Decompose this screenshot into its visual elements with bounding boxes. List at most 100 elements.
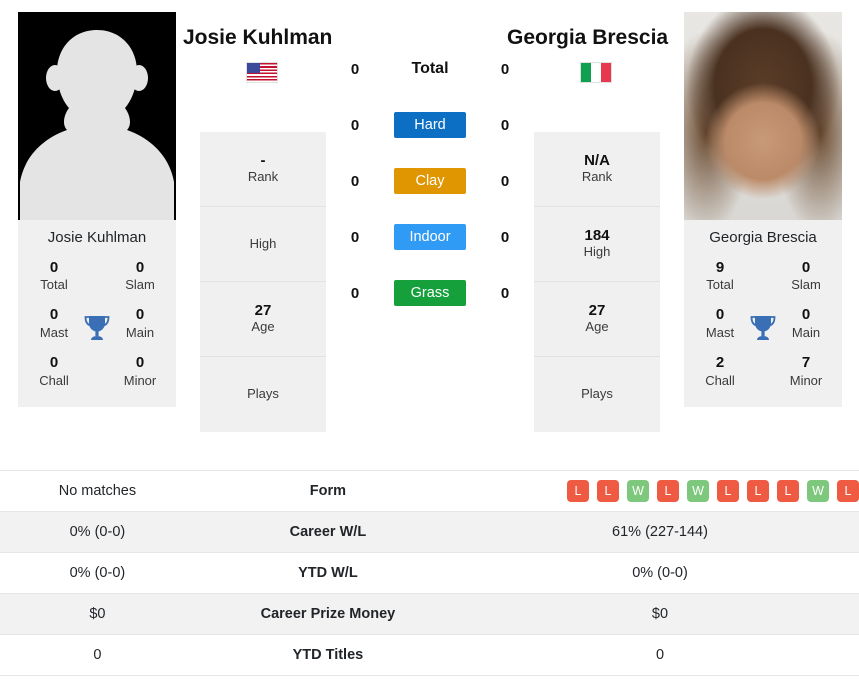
us-flag-icon [246,62,278,83]
right-mast-titles-value: 0 [715,306,725,324]
left-rank-cell: - Rank [200,132,326,207]
right-chall-titles-label: Chall [705,372,735,388]
right-plays-label: Plays [581,386,613,402]
left-mast-titles-label: Mast [39,324,69,340]
right-high-value: 184 [584,226,610,244]
player-portrait-image [684,12,842,220]
left-total-titles-label: Total [40,277,68,293]
right-main-titles-value: 0 [801,306,811,324]
form-badge-loss[interactable]: L [566,480,589,502]
left-value-cell: 0% (0-0) [69,524,126,540]
surface-stat-row-hard: 0 Hard 0 [340,112,520,138]
left-player-card-name: Josie Kuhlman [47,229,147,246]
form-badge-loss[interactable]: L [836,480,859,502]
right-player-name[interactable]: Georgia Brescia [507,26,668,50]
right-player-photo[interactable] [684,12,842,220]
right-slam-titles-value: 0 [801,258,811,276]
right-player-card: Georgia Brescia 9 Total 0 Slam 0 Mast 0 … [684,220,842,408]
right-info-card: N/A Rank 184 High 27 Age Plays [534,132,660,432]
table-row: 0 YTD Titles 0 [0,634,859,676]
left-high-cell: High [200,207,326,282]
right-mast-titles-label: Mast [705,324,735,340]
comparison-table: No matches Form L L W L W L L L W L 0% (0-0) Career W… [0,470,859,676]
trophy-icon [84,315,110,340]
left-chall-titles-value: 0 [49,353,59,371]
left-player-photo[interactable] [18,12,176,220]
surface-stat-row-indoor: 0 Indoor 0 [340,224,520,250]
right-total-titles-value: 9 [715,258,725,276]
comparison-header: Josie Kuhlman 0 Total 0 Slam 0 Mast 0 Ma… [0,0,859,466]
right-plays-cell: Plays [534,357,660,432]
right-age-cell: 27 Age [534,282,660,357]
form-badge-loss[interactable]: L [776,480,799,502]
left-minor-titles-label: Minor [123,372,157,388]
right-high-cell: 184 High [534,207,660,282]
left-clay-count: 0 [350,172,360,190]
form-badge-win[interactable]: W [686,480,709,502]
right-indoor-count: 0 [500,228,510,246]
left-grass-count: 0 [350,284,360,302]
left-titles-grid: 0 Total 0 Slam 0 Mast 0 Main 0 Chall 0 M… [18,259,176,390]
right-value-cell: 0% (0-0) [632,565,688,581]
surface-badge-clay[interactable]: Clay [394,168,466,194]
left-total-titles: 0 Total [26,259,82,295]
left-player-name[interactable]: Josie Kuhlman [183,26,332,50]
form-badge-loss[interactable]: L [596,480,619,502]
left-mast-titles: 0 Mast [26,306,82,342]
surface-label-total: Total [411,60,449,77]
left-hard-count: 0 [350,116,360,134]
surface-badge-grass[interactable]: Grass [394,280,466,306]
right-minor-titles-label: Minor [789,372,823,388]
left-age-label: Age [251,319,275,335]
left-total-titles-value: 0 [49,258,59,276]
right-minor-titles-value: 7 [801,353,811,371]
form-badge-loss[interactable]: L [716,480,739,502]
form-badges: LLWLWLLLWL [461,480,859,502]
surface-badge-hard[interactable]: Hard [394,112,466,138]
trophy-icon [750,315,776,340]
right-total-titles: 9 Total [692,259,748,295]
right-total-titles-label: Total [706,277,734,293]
right-slam-titles: 0 Slam [778,259,834,295]
left-player-card: Josie Kuhlman 0 Total 0 Slam 0 Mast 0 Ma… [18,220,176,408]
right-player-card-name: Georgia Brescia [709,229,817,246]
left-value-cell: 0% (0-0) [69,565,126,581]
default-avatar-silhouette-icon [18,12,176,220]
right-value-cell: 0 [655,647,665,663]
right-total-count: 0 [500,60,510,78]
left-rank-value: - [260,151,266,169]
row-label-cell: Form [309,483,347,499]
left-value-cell: $0 [89,606,106,622]
left-minor-titles: 0 Minor [112,354,168,390]
right-age-label: Age [585,319,609,335]
left-slam-titles-value: 0 [135,258,145,276]
right-rank-cell: N/A Rank [534,132,660,207]
form-badge-loss[interactable]: L [656,480,679,502]
right-rank-value: N/A [584,151,610,169]
right-minor-titles: 7 Minor [778,354,834,390]
row-label-cell: Career Prize Money [260,606,396,622]
left-chall-titles: 0 Chall [26,354,82,390]
form-badge-win[interactable]: W [626,480,649,502]
surface-badge-indoor[interactable]: Indoor [394,224,466,250]
left-total-count: 0 [350,60,360,78]
left-slam-titles: 0 Slam [112,259,168,295]
form-badge-loss[interactable]: L [746,480,769,502]
left-main-titles-label: Main [125,324,155,340]
player-comparison-page: Josie Kuhlman 0 Total 0 Slam 0 Mast 0 Ma… [0,0,859,681]
table-row: 0% (0-0) YTD W/L 0% (0-0) [0,552,859,594]
form-badge-win[interactable]: W [806,480,829,502]
left-value-cell: No matches [58,483,137,499]
right-grass-count: 0 [500,284,510,302]
left-minor-titles-value: 0 [135,353,145,371]
right-titles-row-1: 9 Total 0 Slam [692,259,834,295]
surface-stat-row-clay: 0 Clay 0 [340,168,520,194]
right-rank-label: Rank [581,169,613,185]
right-high-label: High [583,244,611,260]
right-chall-titles: 2 Chall [692,354,748,390]
left-titles-row-1: 0 Total 0 Slam [26,259,168,295]
left-chall-titles-label: Chall [39,372,69,388]
left-titles-row-3: 0 Chall 0 Minor [26,354,168,390]
left-info-card: - Rank High 27 Age Plays [200,132,326,432]
surface-stat-row-grass: 0 Grass 0 [340,280,520,306]
